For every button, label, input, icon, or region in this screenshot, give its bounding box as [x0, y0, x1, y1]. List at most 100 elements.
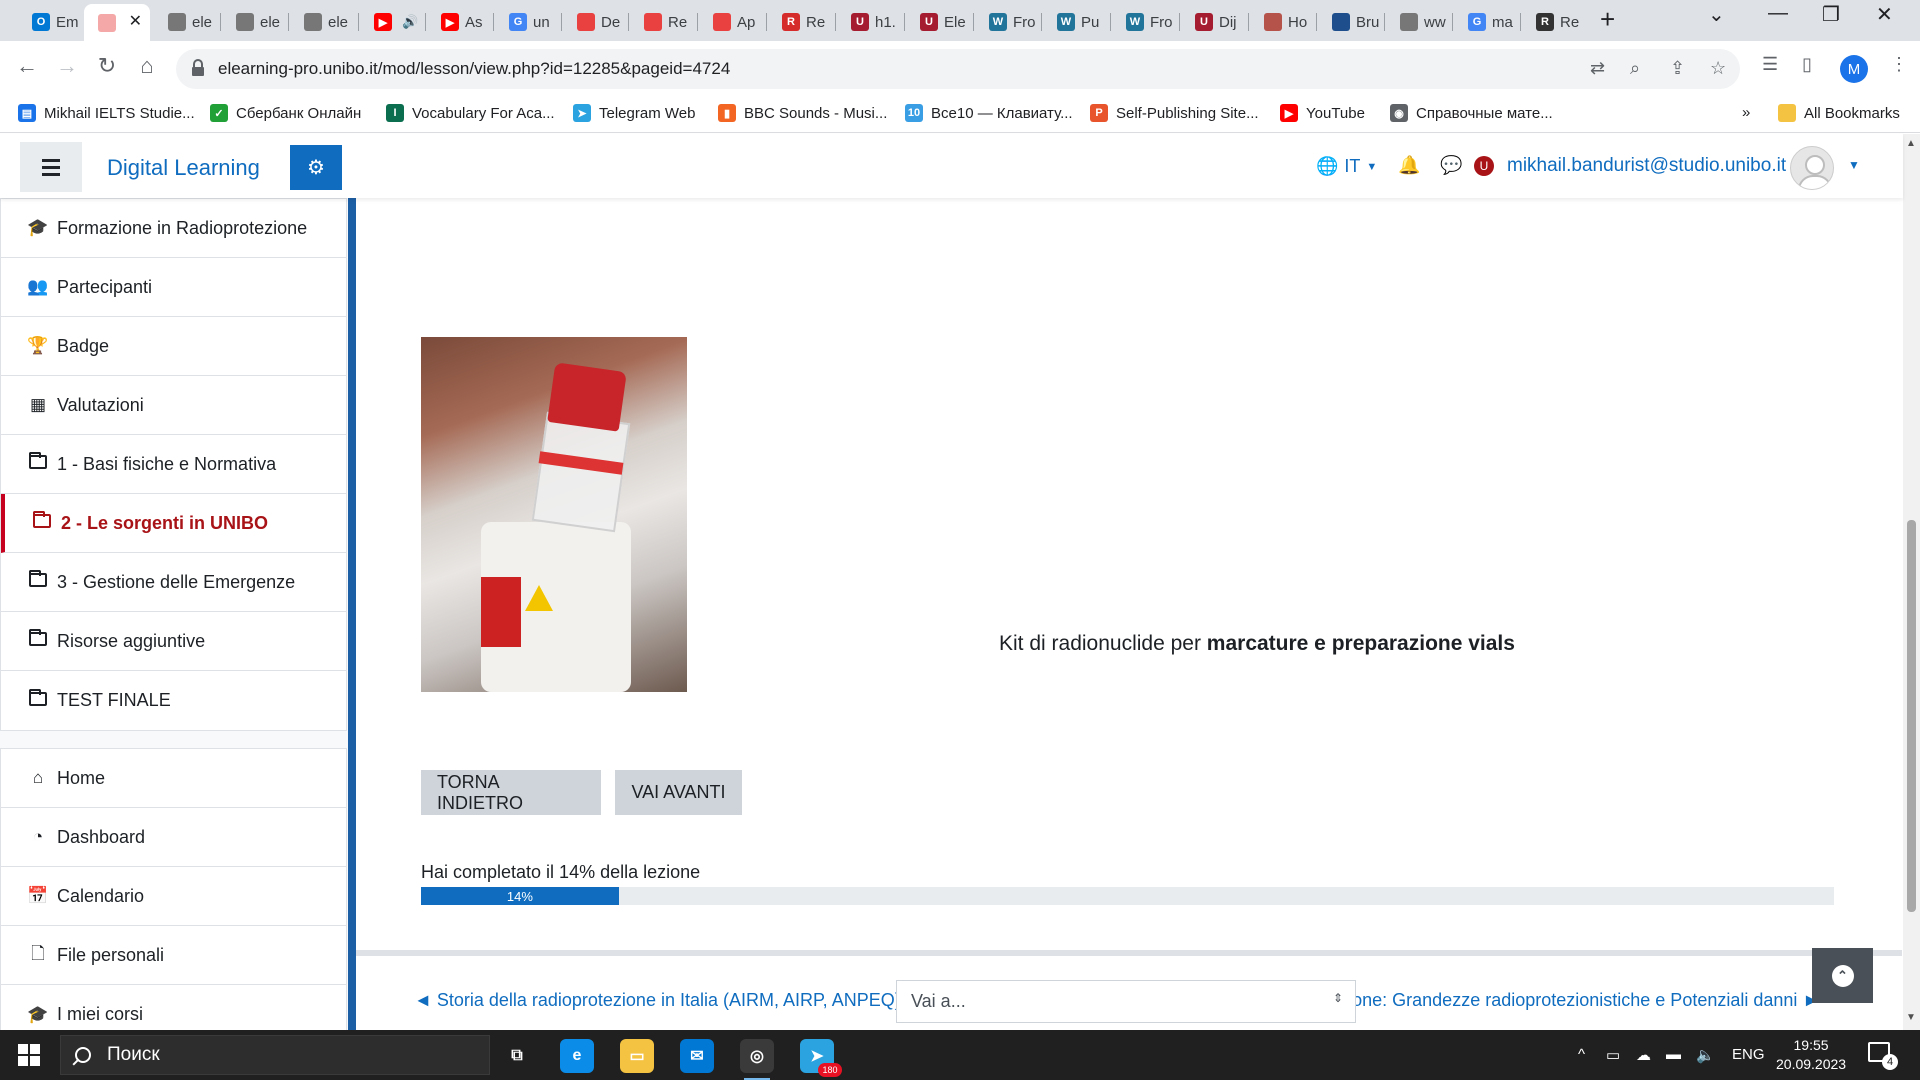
bookmark-item[interactable]: ◉ Справочные мате... [1390, 104, 1553, 122]
drawer-item[interactable]: Risorse aggiuntive [1, 612, 346, 671]
browser-tab[interactable]: Bru [1318, 6, 1382, 38]
drawer-item[interactable]: 2 - Le sorgenti in UNIBO [1, 494, 346, 553]
drawer-item[interactable]: ⌂ Home [1, 749, 346, 808]
minimize-icon[interactable]: — [1768, 2, 1788, 25]
back-to-top-button[interactable]: ⌃ [1812, 948, 1873, 1003]
reload-icon[interactable]: ↻ [92, 53, 122, 79]
tray-chevron-icon[interactable]: ^ [1578, 1046, 1585, 1063]
new-tab-icon[interactable]: + [1600, 4, 1615, 35]
drawer-item[interactable]: 🎓 I miei corsi [1, 985, 346, 1030]
kebab-menu-icon[interactable]: ⋮ [1890, 54, 1908, 75]
drawer-toggle-button[interactable] [20, 142, 82, 192]
jump-to-select[interactable]: Vai a... ⇕ [896, 980, 1356, 1023]
tray-device-icon[interactable]: ▭ [1606, 1046, 1620, 1064]
language-menu[interactable]: 🌐 IT ▼ [1316, 156, 1377, 177]
reading-list-icon[interactable]: ☰ [1762, 54, 1778, 75]
back-arrow-icon[interactable]: ← [12, 53, 42, 79]
edge-icon[interactable]: e [560, 1039, 594, 1073]
browser-tab[interactable]: ele [290, 6, 354, 38]
browser-tab[interactable]: U Dij [1181, 6, 1245, 38]
browser-tab[interactable]: W Fro [975, 6, 1039, 38]
address-bar[interactable]: elearning-pro.unibo.it/mod/lesson/view.p… [176, 49, 1740, 89]
browser-tab[interactable]: Uh1. [837, 6, 901, 38]
chrome-icon[interactable]: ◎ [740, 1039, 774, 1080]
drawer-item[interactable]: 3 - Gestione delle Emergenze [1, 553, 346, 612]
messages-icon[interactable]: 💬 [1440, 155, 1462, 176]
drawer-item[interactable]: ▦ Valutazioni [1, 376, 346, 435]
bookmark-item[interactable]: 10 Все10 — Клавиату... [905, 104, 1073, 122]
tab-audio-icon[interactable]: 🔊 [402, 14, 418, 30]
share-icon[interactable]: ⇪ [1670, 58, 1685, 79]
side-panel-icon[interactable]: ▯ [1802, 54, 1812, 75]
tab-close-icon[interactable]: ✕ [129, 11, 142, 31]
browser-tab[interactable]: ▶ 🔊 [360, 6, 424, 38]
drawer-item[interactable]: TEST FINALE [1, 671, 346, 730]
back-button[interactable]: TORNA INDIETRO [421, 770, 601, 815]
clock[interactable]: 19:55 20.09.2023 [1776, 1036, 1846, 1074]
restore-icon[interactable]: ❐ [1822, 2, 1840, 27]
browser-tab[interactable]: Gma [1454, 6, 1518, 38]
profile-avatar[interactable]: M [1840, 55, 1868, 83]
site-info-icon[interactable] [190, 59, 206, 77]
zoom-icon[interactable]: ⌕ [1630, 58, 1640, 79]
bookmark-item[interactable]: I Vocabulary For Aca... [386, 104, 555, 122]
input-language[interactable]: ENG [1732, 1046, 1765, 1063]
mail-icon[interactable]: ✉ [680, 1039, 714, 1073]
next-button[interactable]: VAI AVANTI [615, 770, 742, 815]
bookmark-item[interactable]: ▤ Mikhail IELTS Studie... [18, 104, 195, 122]
bell-icon[interactable]: 🔔 [1398, 155, 1420, 176]
browser-tab[interactable]: Ap [699, 6, 763, 38]
tab-search-icon[interactable]: ⌄ [1708, 2, 1725, 27]
onedrive-icon[interactable]: ☁ [1636, 1046, 1651, 1064]
drawer-item[interactable]: 1 - Basi fisiche e Normativa [1, 435, 346, 494]
windows-start-icon[interactable] [18, 1044, 40, 1066]
browser-tab[interactable]: W Pu [1043, 6, 1107, 38]
browser-tab[interactable]: De [563, 6, 627, 38]
browser-tab[interactable]: ww [1386, 6, 1450, 38]
bookmark-star-icon[interactable]: ☆ [1710, 58, 1726, 79]
battery-icon[interactable]: ▬ [1666, 1046, 1681, 1063]
user-avatar[interactable] [1790, 146, 1834, 190]
browser-tab[interactable]: R Re [1522, 6, 1586, 38]
browser-tab[interactable]: ✕ [84, 4, 150, 41]
bookmark-item[interactable]: ▶ YouTube [1280, 104, 1365, 122]
previous-activity-link[interactable]: ◄ Storia della radioprotezione in Italia… [414, 990, 904, 1011]
translate-icon[interactable]: ⇄ [1590, 58, 1605, 79]
drawer-scrollbar[interactable] [348, 198, 356, 1030]
volume-icon[interactable]: 🔈 [1696, 1046, 1715, 1064]
browser-tab[interactable]: ▶ As [427, 6, 491, 38]
bookmark-item[interactable]: ➤ Telegram Web [573, 104, 695, 122]
bookmark-item[interactable]: ▮ BBC Sounds - Musi... [718, 104, 887, 122]
course-admin-cog-icon[interactable]: ⚙ [290, 145, 342, 190]
home-icon[interactable]: ⌂ [132, 53, 162, 79]
browser-tab[interactable]: R Re [768, 6, 832, 38]
browser-tab[interactable]: O Em [18, 6, 82, 38]
scroll-up-arrow-icon[interactable]: ▲ [1906, 138, 1916, 149]
browser-tab[interactable]: Re [630, 6, 694, 38]
url-text[interactable]: elearning-pro.unibo.it/mod/lesson/view.p… [218, 59, 730, 79]
browser-tab[interactable]: Gun [495, 6, 559, 38]
close-window-icon[interactable]: ✕ [1876, 2, 1893, 27]
file-explorer-icon[interactable]: ▭ [620, 1039, 654, 1073]
drawer-item[interactable]: 🎓 Formazione in Radioprotezione [1, 199, 346, 258]
page-scrollbar[interactable]: ▲ ▼ [1903, 134, 1920, 1030]
bookmark-item[interactable]: ✓ Сбербанк Онлайн [210, 104, 361, 122]
site-name[interactable]: Digital Learning [107, 155, 260, 181]
browser-tab[interactable]: U Ele [906, 6, 970, 38]
forward-arrow-icon[interactable]: → [52, 53, 82, 79]
bookmarks-overflow-icon[interactable]: » [1742, 104, 1750, 121]
all-bookmarks[interactable]: All Bookmarks [1778, 104, 1900, 122]
bookmark-item[interactable]: P Self-Publishing Site... [1090, 104, 1259, 122]
browser-tab[interactable]: ele [154, 6, 218, 38]
browser-tab[interactable]: W Fro [1112, 6, 1176, 38]
drawer-item[interactable]: 🏆 Badge [1, 317, 346, 376]
taskbar-search[interactable]: Поиск [60, 1035, 490, 1075]
task-view-icon[interactable]: ⧉ [500, 1039, 534, 1073]
user-menu-name[interactable]: mikhail.bandurist@studio.unibo.it [1507, 155, 1786, 177]
scroll-down-arrow-icon[interactable]: ▼ [1906, 1012, 1916, 1023]
drawer-item[interactable]: 👥 Partecipanti [1, 258, 346, 317]
browser-tab[interactable]: ele [222, 6, 286, 38]
drawer-item[interactable]: ◔ Dashboard [1, 808, 346, 867]
user-caret-down-icon[interactable]: ▼ [1848, 158, 1860, 172]
drawer-item[interactable]: 🗋 File personali [1, 926, 346, 985]
